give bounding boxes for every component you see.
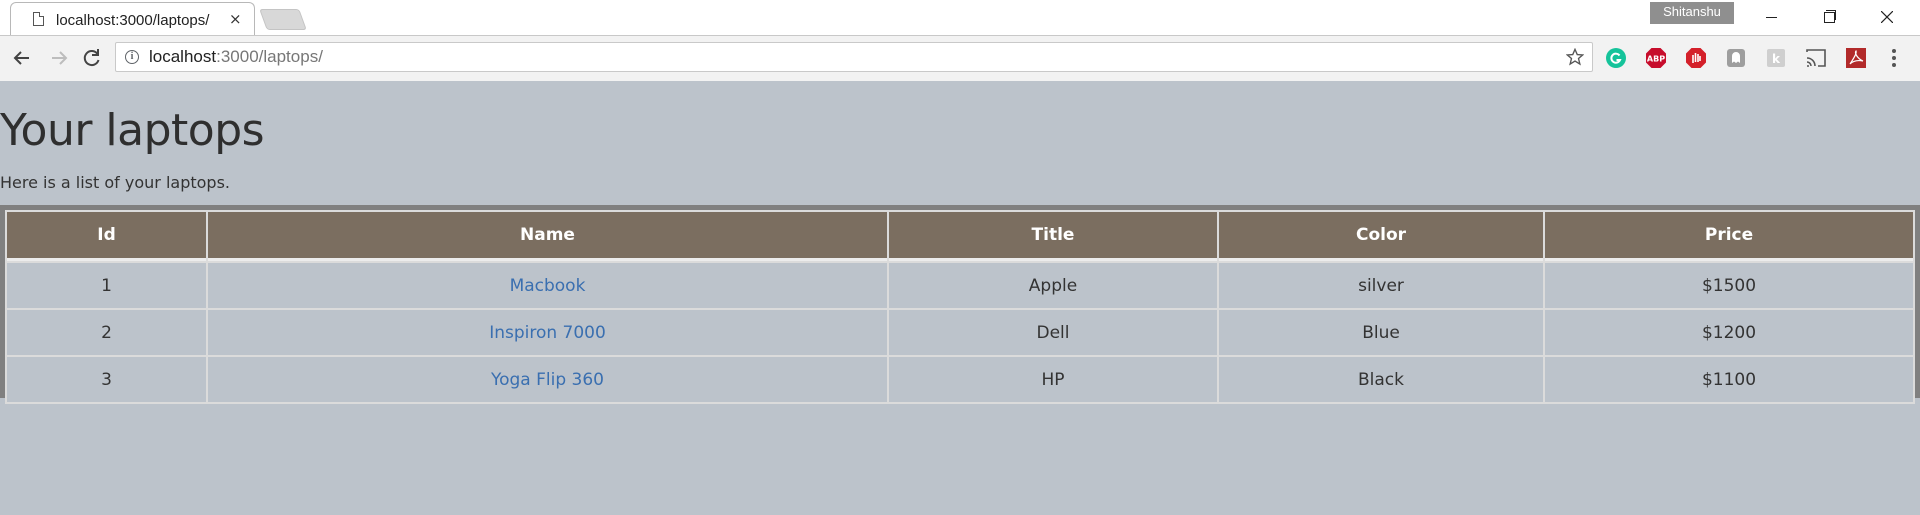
laptop-link[interactable]: Yoga Flip 360 [491, 370, 604, 390]
laptops-table: Id Name Title Color Price 1 Macbook Appl… [5, 210, 1915, 404]
close-icon [1881, 11, 1893, 23]
tab-strip: localhost:3000/laptops/ × Shitanshu [0, 0, 1920, 35]
svg-text:k: k [1772, 52, 1781, 66]
header-id: Id [7, 212, 206, 261]
cell-price: $1200 [1545, 310, 1913, 355]
back-arrow-icon [13, 51, 29, 65]
url-path: :3000/laptops/ [216, 47, 323, 66]
adblock-plus-icon[interactable]: ABP [1645, 47, 1667, 69]
header-color: Color [1219, 212, 1543, 261]
table-header-row: Id Name Title Color Price [7, 212, 1913, 261]
cell-name: Inspiron 7000 [208, 310, 887, 355]
reload-button[interactable] [78, 44, 106, 72]
close-window-button[interactable] [1864, 6, 1910, 28]
cell-color: Black [1219, 357, 1543, 402]
tab-title: localhost:3000/laptops/ [56, 12, 210, 29]
profile-button[interactable]: Shitanshu [1650, 2, 1734, 24]
kebab-menu-icon[interactable] [1887, 47, 1901, 69]
browser-toolbar: i localhost:3000/laptops/ ABP k [0, 35, 1920, 81]
cell-id: 3 [7, 357, 206, 402]
new-tab-button[interactable] [259, 9, 307, 30]
page-title: Your laptops [0, 105, 265, 156]
close-tab-icon[interactable]: × [229, 10, 242, 28]
forward-arrow-icon [52, 51, 68, 65]
cast-icon[interactable] [1805, 47, 1827, 69]
info-icon[interactable]: i [125, 50, 139, 64]
cell-title: Apple [889, 263, 1217, 308]
table-row: 3 Yoga Flip 360 HP Black $1100 [7, 357, 1913, 402]
laptop-link[interactable]: Macbook [510, 276, 586, 296]
laptops-table-frame: Id Name Title Color Price 1 Macbook Appl… [0, 205, 1920, 404]
browser-tab[interactable]: localhost:3000/laptops/ × [10, 2, 255, 35]
table-row: 1 Macbook Apple silver $1500 [7, 263, 1913, 308]
cell-color: silver [1219, 263, 1543, 308]
page-viewport: Your laptops Here is a list of your lapt… [0, 81, 1920, 515]
restore-button[interactable] [1806, 6, 1852, 28]
cell-color: Blue [1219, 310, 1543, 355]
page-body: Your laptops Here is a list of your lapt… [0, 81, 1920, 515]
back-button[interactable] [8, 44, 36, 72]
pdf-icon[interactable] [1845, 47, 1867, 69]
cell-name: Macbook [208, 263, 887, 308]
cell-title: HP [889, 357, 1217, 402]
laptop-link[interactable]: Inspiron 7000 [489, 323, 606, 343]
url-text[interactable]: localhost:3000/laptops/ [149, 47, 323, 67]
cell-id: 1 [7, 263, 206, 308]
cell-name: Yoga Flip 360 [208, 357, 887, 402]
grammarly-icon[interactable] [1605, 47, 1627, 69]
address-bar[interactable]: i localhost:3000/laptops/ [115, 42, 1593, 72]
page-icon [33, 12, 44, 26]
cell-price: $1500 [1545, 263, 1913, 308]
header-title: Title [889, 212, 1217, 261]
page-description: Here is a list of your laptops. [0, 173, 230, 192]
cell-title: Dell [889, 310, 1217, 355]
header-price: Price [1545, 212, 1913, 261]
block-hand-icon[interactable] [1685, 47, 1707, 69]
reload-icon [83, 49, 100, 67]
k-extension-icon[interactable]: k [1765, 47, 1787, 69]
svg-text:ABP: ABP [1647, 55, 1665, 64]
url-host: localhost [149, 47, 217, 66]
cell-price: $1100 [1545, 357, 1913, 402]
cell-id: 2 [7, 310, 206, 355]
table-row: 2 Inspiron 7000 Dell Blue $1200 [7, 310, 1913, 355]
forward-button[interactable] [45, 44, 73, 72]
minimize-button[interactable] [1748, 6, 1794, 28]
header-name: Name [208, 212, 887, 261]
bookmark-star-icon[interactable] [1566, 48, 1584, 66]
ghostery-icon[interactable] [1725, 47, 1747, 69]
